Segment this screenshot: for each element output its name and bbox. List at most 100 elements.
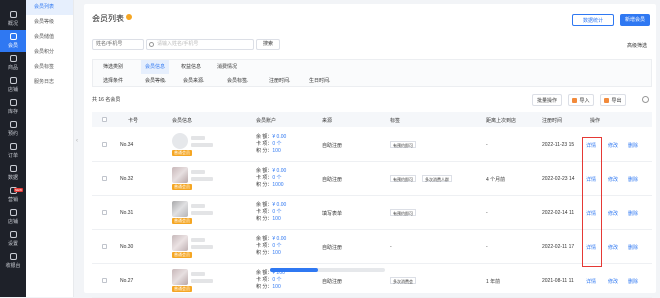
vip-badge: 普通会员 [172, 184, 192, 190]
card-no: No.27 [120, 278, 134, 284]
col-reg-time: 注册时间 [542, 118, 563, 124]
nav-settings[interactable]: 设置 [0, 228, 26, 250]
nav-inventory[interactable]: 库存 [0, 96, 26, 118]
inventory-icon [9, 99, 17, 106]
vip-badge: 普通会员 [172, 286, 192, 292]
main-panel: 会员列表 数据统计 新增会员 姓名/手机号 请输入姓名/手机号 搜索 高级筛选 … [84, 4, 656, 298]
edit-link[interactable]: 修改 [608, 278, 618, 285]
chip-consumption[interactable]: 消费情况 [213, 60, 241, 74]
shop-icon [9, 209, 17, 216]
card-no: No.32 [120, 176, 134, 182]
subnav-member-tags[interactable]: 会员标签 [26, 60, 73, 75]
filter-row-conditions: 选择条件 会员等级 ⌄ 会员来源 ⌄ 会员标签 ⌄ 注册时间 ⌄ 生日时间 ⌄ [93, 74, 653, 88]
col-member-info: 会员信息 [172, 118, 193, 124]
nav-booking[interactable]: 预约 [0, 118, 26, 140]
order-icon [9, 143, 17, 150]
last-visit: - [486, 142, 488, 148]
vip-badge: 普通会员 [172, 150, 192, 156]
delete-link[interactable]: 删除 [628, 278, 638, 285]
tag: 有预约即可 [390, 141, 416, 148]
detail-link[interactable]: 详情 [586, 278, 596, 285]
booking-icon [9, 121, 17, 128]
batch-operation-button[interactable]: 批量操作 [532, 94, 562, 106]
last-visit: 4 个月前 [486, 177, 506, 183]
subnav-member-level[interactable]: 会员等级 [26, 15, 73, 30]
source: 自助注册 [322, 279, 343, 285]
reg-time: 2022-02-23 14 [542, 176, 575, 182]
source: 填写表单 [322, 211, 343, 217]
row-checkbox[interactable] [102, 278, 107, 283]
keyword-select[interactable]: 姓名/手机号 [92, 39, 144, 50]
vip-badge: 普通会员 [172, 252, 192, 258]
edit-link[interactable]: 修改 [608, 210, 618, 217]
export-button[interactable]: 导出 [600, 94, 626, 106]
row-checkbox[interactable] [102, 244, 107, 249]
table-row: No.32 普通会员 余 额：¥ 0.00 卡 项：0 个 积 分：1000 自… [92, 162, 652, 196]
nav-marketing[interactable]: 营销 NEW [0, 184, 26, 206]
tags-empty: - [390, 244, 392, 250]
chip-member-info[interactable]: 会员信息 [141, 60, 170, 74]
filter-row-category: 筛选类别 会员信息 权益信息 消费情况 [93, 60, 653, 74]
row-checkbox[interactable] [102, 142, 107, 147]
advanced-filter-link[interactable]: 高级筛选 [627, 42, 647, 49]
edit-link[interactable]: 修改 [608, 142, 618, 149]
import-button[interactable]: 导入 [568, 94, 594, 106]
search-button[interactable]: 搜索 [256, 39, 280, 50]
chevron-down-icon: ⌄ [163, 78, 168, 84]
data-icon [9, 165, 17, 172]
reg-time: 2022-02-14 11 [542, 210, 575, 216]
table-row: No.31 普通会员 余 额：¥ 0.00 卡 项：0 个 积 分：100 填写… [92, 196, 652, 230]
nav-cashier[interactable]: 收银台 [0, 250, 26, 272]
subnav-member-list[interactable]: 会员列表 [26, 0, 73, 15]
tag: 多次消费人群 [422, 175, 452, 182]
tag: 有预约即可 [390, 209, 416, 216]
nav-member[interactable]: 会员 [0, 30, 26, 52]
new-member-button[interactable]: 新增会员 [620, 14, 650, 26]
collapse-arrow-icon[interactable]: ‹ [76, 138, 78, 144]
nav-data[interactable]: 数据 [0, 162, 26, 184]
col-card-no: 卡号 [128, 118, 139, 124]
row-checkbox[interactable] [102, 210, 107, 215]
chip-rights-info[interactable]: 权益信息 [177, 60, 205, 74]
blurred-name [191, 170, 205, 174]
horizontal-scrollbar[interactable] [270, 268, 385, 272]
delete-link[interactable]: 删除 [628, 142, 638, 149]
nav-goods[interactable]: 商品 [0, 52, 26, 74]
nav-shop[interactable]: 店铺 [0, 206, 26, 228]
account-info: 余 额：¥ 0.00 卡 项：0 个 积 分：100 [256, 134, 287, 154]
blurred-name [191, 272, 205, 276]
delete-link[interactable]: 删除 [628, 210, 638, 217]
nav-order[interactable]: 订单 [0, 140, 26, 162]
page-title: 会员列表 [92, 14, 124, 23]
tag: 多次消费会 [390, 277, 416, 284]
nav-overview[interactable]: 概况 [0, 8, 26, 30]
gear-icon[interactable] [642, 96, 649, 103]
edit-link[interactable]: 修改 [608, 176, 618, 183]
select-all-checkbox[interactable] [102, 117, 107, 122]
card-no: No.34 [120, 142, 134, 148]
reg-time: 2022-11-23 15 [542, 142, 575, 148]
col-last-visit: 距离上次到店 [486, 118, 517, 124]
table-header: 卡号 会员信息 会员账户 来源 标签 距离上次到店 注册时间 操作 [92, 112, 652, 127]
store-icon [9, 77, 17, 84]
scrollbar-thumb[interactable] [270, 268, 319, 272]
filter-category-label: 筛选类别 [103, 64, 124, 70]
nav-store[interactable]: 店铺 [0, 74, 26, 96]
blurred-name [191, 204, 205, 208]
edit-link[interactable]: 修改 [608, 244, 618, 251]
last-visit: 1 年前 [486, 279, 501, 285]
row-checkbox[interactable] [102, 176, 107, 181]
main-sidebar: 概况 会员 商品 店铺 库存 预约 订单 数据 营销 NEW 店铺 设置 收银台 [0, 0, 26, 297]
delete-link[interactable]: 删除 [628, 176, 638, 183]
card-no: No.30 [120, 244, 134, 250]
subnav-service-log[interactable]: 服务日志 [26, 75, 73, 90]
tag: 有预约即可 [390, 175, 416, 182]
subnav-member-points[interactable]: 会员积分 [26, 45, 73, 60]
data-stats-button[interactable]: 数据统计 [572, 14, 614, 26]
blurred-phone [191, 279, 213, 283]
search-input[interactable]: 请输入姓名/手机号 [146, 39, 254, 50]
subnav-member-stored-value[interactable]: 会员储值 [26, 30, 73, 45]
delete-link[interactable]: 删除 [628, 244, 638, 251]
col-source: 来源 [322, 118, 333, 124]
filter-conditions-label: 选择条件 [103, 78, 124, 84]
